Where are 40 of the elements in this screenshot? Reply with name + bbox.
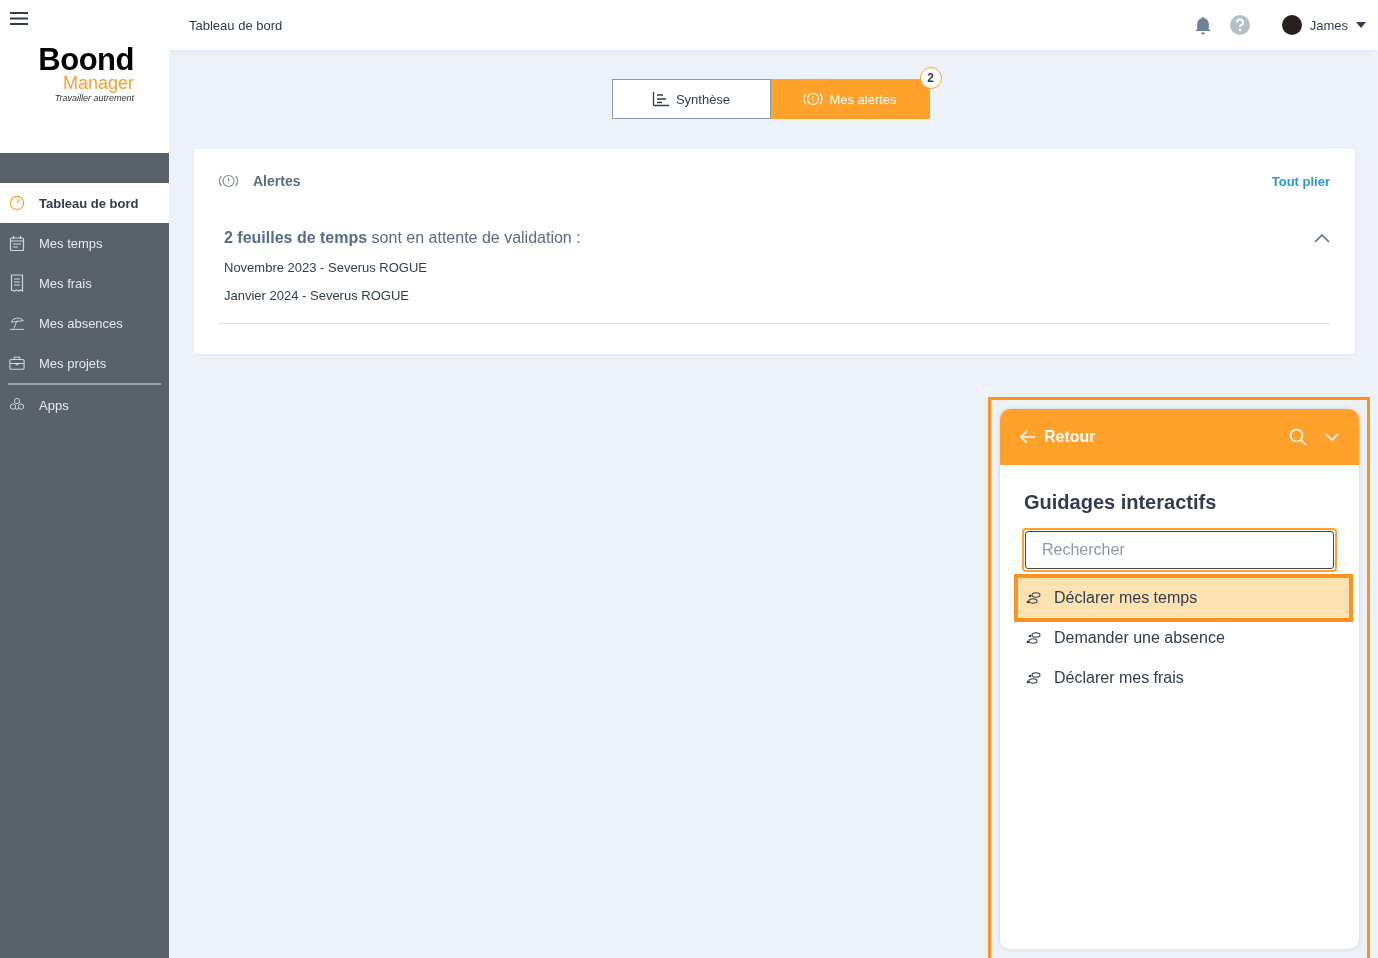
logo-wordmark: Boond <box>38 44 134 76</box>
count-badge: 2 <box>919 67 942 89</box>
sidebar-item[interactable]: Tableau de bord <box>0 183 169 223</box>
alert-item[interactable]: Novembre 2023 - Severus ROGUE <box>224 260 1330 275</box>
bell-icon[interactable] <box>1193 15 1212 35</box>
sidebar-item[interactable]: Apps <box>0 385 169 425</box>
beach-umbrella-icon <box>9 314 25 332</box>
alert-icon <box>218 173 239 189</box>
panel-title: Guidages interactifs <box>1024 491 1218 514</box>
caret-icon <box>1356 22 1366 28</box>
footsteps-icon <box>1026 631 1042 645</box>
alert-icon <box>803 91 824 107</box>
logo-subtitle: Manager <box>62 76 134 91</box>
menu-icon[interactable] <box>10 11 28 26</box>
calendar-icon <box>9 234 25 252</box>
arrow-left-icon <box>1020 430 1036 444</box>
logo-tagline: Travailler autrement <box>54 93 134 105</box>
alert-item[interactable]: Janvier 2024 - Severus ROGUE <box>224 288 1330 303</box>
chevron-down-icon[interactable] <box>1325 433 1339 441</box>
alert-heading: 2 feuilles de temps sont en attente de validation : <box>224 229 582 247</box>
footsteps-icon <box>1026 671 1042 685</box>
page-title: Tableau de bord <box>189 17 284 33</box>
sidebar-item[interactable]: Mes projets <box>0 343 169 383</box>
sidebar-item[interactable]: Mes absences <box>0 303 169 343</box>
briefcase-icon <box>9 355 25 371</box>
footsteps-icon <box>1026 591 1042 605</box>
search-field[interactable]: Rechercher <box>1022 528 1337 572</box>
avatar-icon <box>1281 15 1302 35</box>
gauge-icon <box>9 194 25 212</box>
guide-item[interactable]: Déclarer mes frais <box>1014 658 1353 698</box>
guide-item[interactable]: Déclarer mes temps <box>1014 574 1353 622</box>
sidebar-item[interactable]: Mes temps <box>0 223 169 263</box>
chevron-up-icon[interactable] <box>1314 233 1330 243</box>
card-title: Alertes <box>253 173 302 189</box>
user-menu[interactable]: James <box>1267 15 1366 35</box>
tab[interactable]: Synthèse <box>611 79 771 119</box>
sidebar-item[interactable]: Mes frais <box>0 263 169 303</box>
search-icon[interactable] <box>1289 428 1307 446</box>
receipt-icon <box>10 274 24 292</box>
chart-lines-icon <box>651 91 670 107</box>
